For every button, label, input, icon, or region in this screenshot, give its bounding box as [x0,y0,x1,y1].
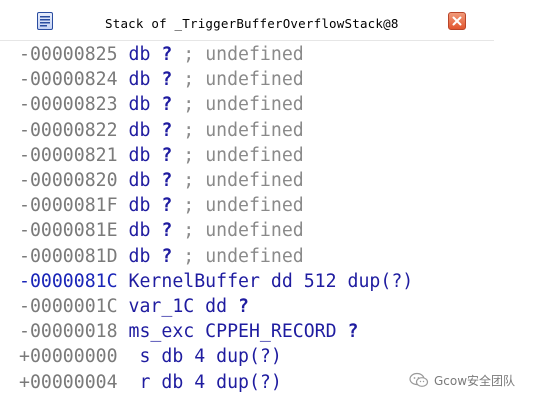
comment-separator: ; [183,195,195,217]
member-value: ? [161,170,173,191]
stack-offset: -0000081E [19,220,118,242]
comment-separator: ; [183,245,195,267]
comment: undefined [205,119,304,141]
stack-offset: -00000825 [19,44,118,65]
comment-separator: ; [183,44,195,65]
comment: undefined [205,144,304,166]
member-value: ? [161,69,173,91]
member-type: db [128,170,151,191]
stack-line[interactable]: -00000018 ms_exc CPPEH_RECORD ? [19,319,358,344]
stack-line[interactable]: -0000081E db ? ; undefined [19,218,304,243]
stack-line[interactable]: +00000000 s db 4 dup(?) [19,344,282,369]
comment-separator: ; [183,119,195,141]
comment: undefined [205,245,304,267]
member-value: 4 dup(?) [194,346,282,368]
member-type: db [161,371,184,393]
window-title: Stack of _TriggerBufferOverflowStack@8 [105,16,399,31]
stack-offset: -00000821 [19,144,118,166]
member-type: db [128,119,151,141]
stack-frame-listing[interactable]: -00000825 db ? ; undefined -00000824 db ?… [0,42,494,403]
member-value: ? [161,220,173,242]
comment-separator: ; [183,170,195,191]
chat-bubble-icon [409,372,429,387]
stack-offset: -00000820 [19,170,118,191]
member-name[interactable]: var_1C [129,296,195,317]
stack-line[interactable]: -0000001C var_1C dd ? [19,294,249,319]
member-value: ? [161,195,173,217]
close-icon [452,16,462,26]
stack-offset: -0000001C [19,296,118,317]
member-value: ? [161,94,173,116]
comment: undefined [205,44,304,65]
stack-offset: -00000823 [19,94,118,116]
comment-separator: ; [183,144,195,166]
member-value: 512 dup(?) [303,270,414,292]
member-type: db [128,220,151,242]
comment: undefined [205,195,304,217]
stack-line[interactable]: -00000823 db ? ; undefined [19,92,304,117]
member-name[interactable]: KernelBuffer [129,271,260,292]
member-name[interactable]: s [129,346,150,367]
comment-separator: ; [183,69,195,91]
stack-offset: -00000822 [19,119,118,141]
stack-line[interactable]: -00000824 db ? ; undefined [19,67,304,92]
comment: undefined [205,69,304,91]
member-name[interactable]: ms_exc [129,321,195,342]
stack-offset: -00000018 [19,321,118,343]
stack-line[interactable]: -0000081D db ? ; undefined [19,244,304,269]
member-type: db [128,94,151,116]
stack-line[interactable]: -00000820 db ? ; undefined [19,168,304,193]
stack-offset: -00000824 [19,69,118,91]
stack-line[interactable]: -00000821 db ? ; undefined [19,143,304,168]
comment-separator: ; [183,220,195,242]
member-type: db [128,144,151,166]
member-value: ? [238,296,249,317]
stack-line[interactable]: +00000004 r db 4 dup(?) [19,370,282,395]
member-value: ? [347,321,359,343]
stack-offset: +00000000 [19,346,118,368]
watermark: Gcow安全团队 [409,370,515,390]
stack-line[interactable]: -00000825 db ? ; undefined [19,42,304,67]
title-bar: Stack of _TriggerBufferOverflowStack@8 [0,6,494,41]
member-value: ? [161,119,173,141]
member-type: db [128,245,151,267]
comment: undefined [205,170,304,191]
member-value: ? [161,44,173,65]
member-type: CPPEH_RECORD [205,321,337,343]
comment-separator: ; [183,94,195,116]
stack-offset: -0000081C [19,270,118,292]
member-value: 4 dup(?) [194,371,282,393]
stack-line[interactable]: -00000822 db ? ; undefined [19,118,304,143]
member-type: dd [205,296,228,317]
stack-line[interactable]: -0000081F db ? ; undefined [19,193,304,218]
member-value: ? [161,245,173,267]
structure-window-icon[interactable] [37,12,53,30]
member-name[interactable]: r [129,372,150,393]
member-type: db [128,195,151,217]
close-button[interactable] [448,12,466,30]
member-type: dd [270,270,293,292]
stack-offset: -0000081F [19,195,118,217]
comment: undefined [205,94,304,116]
stack-line[interactable]: -0000081C KernelBuffer dd 512 dup(?) [19,269,413,294]
member-type: db [128,44,151,65]
stack-offset: +00000004 [19,371,118,393]
watermark-text: Gcow安全团队 [434,373,516,388]
stack-offset: -0000081D [19,245,118,267]
member-type: db [161,346,184,368]
member-type: db [128,69,151,91]
comment: undefined [205,220,304,242]
member-value: ? [161,144,173,166]
